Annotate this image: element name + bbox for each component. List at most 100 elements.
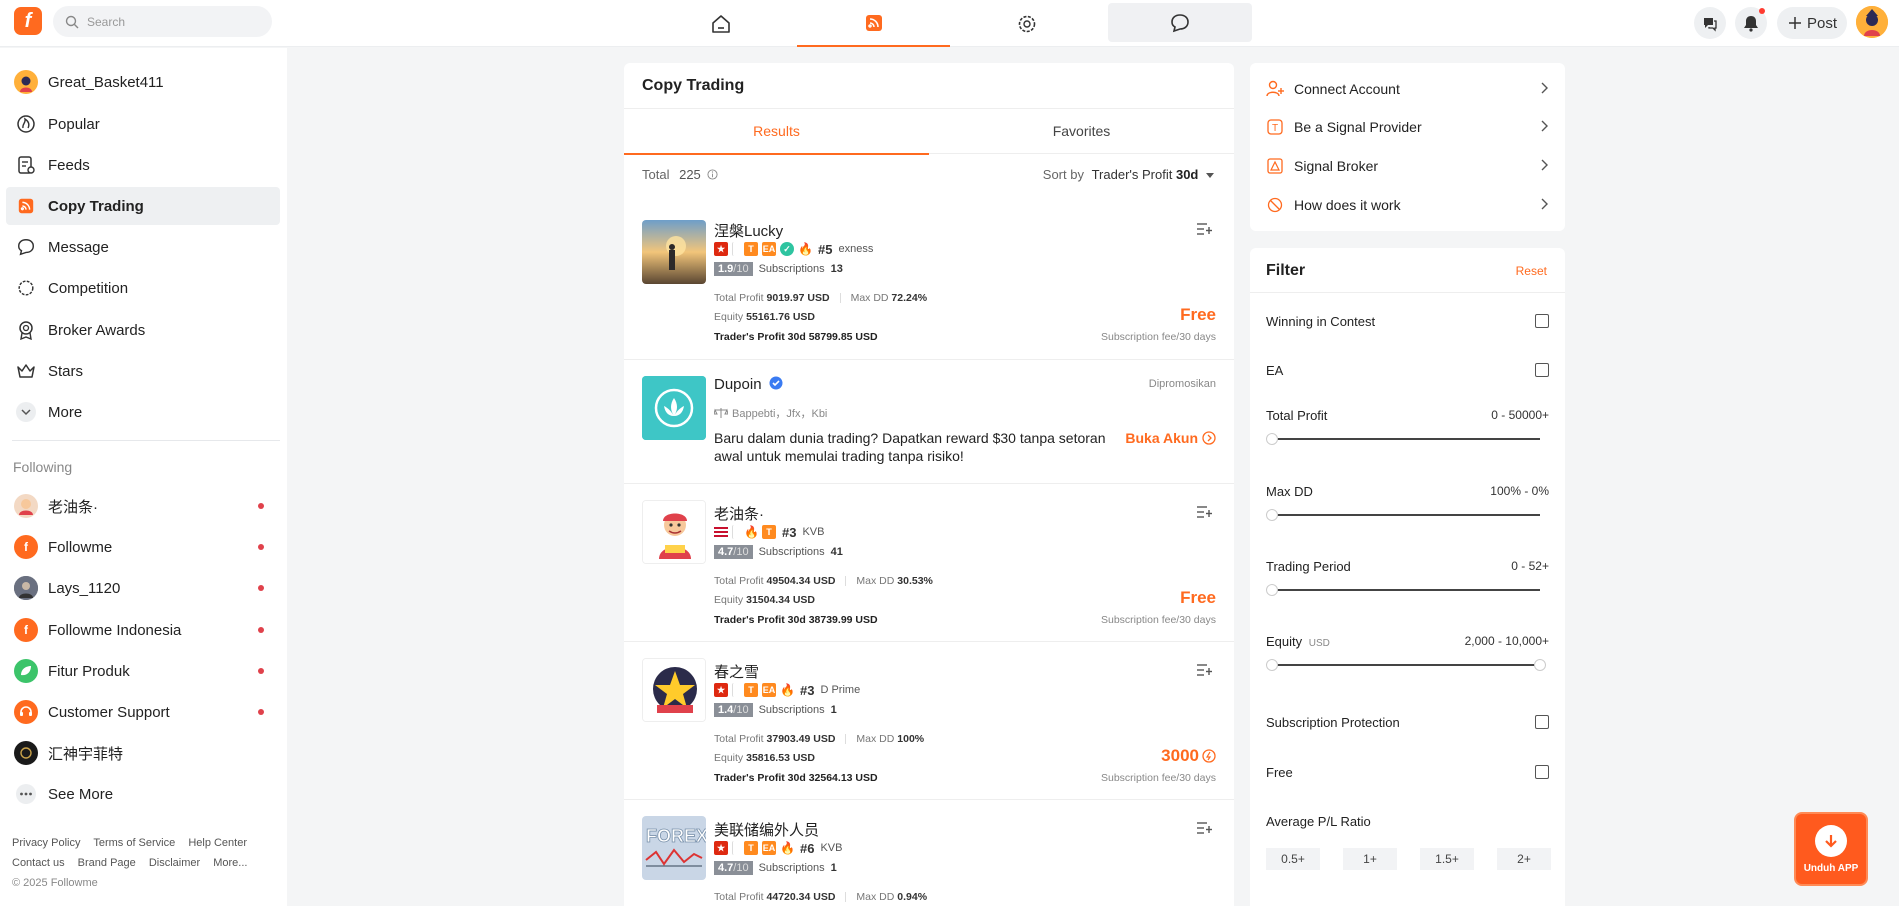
signal-provider-link[interactable]: T Be a Signal Provider xyxy=(1266,108,1549,146)
trader-name[interactable]: 春之雪 xyxy=(714,661,759,682)
unread-dot xyxy=(258,627,264,633)
total-profit-label: Total Profit xyxy=(714,575,764,587)
add-to-list-icon[interactable] xyxy=(1196,505,1212,519)
tab-results[interactable]: Results xyxy=(624,109,929,155)
sort-dropdown[interactable]: Sort by Trader's Profit 30d xyxy=(1043,167,1214,182)
reset-button[interactable]: Reset xyxy=(1516,264,1547,278)
nav-copy-trading[interactable] xyxy=(797,0,950,47)
winning-checkbox[interactable] xyxy=(1535,314,1549,328)
connect-account-link[interactable]: Connect Account xyxy=(1266,70,1549,108)
sidebar-user[interactable]: Great_Basket411 xyxy=(6,63,280,101)
sidebar-item-popular[interactable]: Popular xyxy=(6,105,280,143)
search-input[interactable]: Search xyxy=(53,6,272,37)
open-account-button[interactable]: Buka Akun xyxy=(1125,430,1216,446)
following-item[interactable]: Customer Support xyxy=(6,693,280,731)
rank: #5 xyxy=(818,241,833,257)
tab-favorites[interactable]: Favorites xyxy=(929,109,1234,155)
following-item[interactable]: f Followme xyxy=(6,528,280,566)
slider-handle-min[interactable] xyxy=(1266,659,1278,671)
add-to-list-icon[interactable] xyxy=(1196,222,1212,236)
ad-text: Baru dalam dunia trading? Dapatkan rewar… xyxy=(714,430,1106,464)
footer-links: Privacy Policy Terms of Service Help Cen… xyxy=(12,837,257,849)
trader-name[interactable]: 涅槃Lucky xyxy=(714,220,783,241)
competition-icon xyxy=(14,276,38,300)
following-item[interactable]: f Followme Indonesia xyxy=(6,611,280,649)
how-it-works-link[interactable]: How does it work xyxy=(1266,186,1549,224)
footer-link-disclaimer[interactable]: Disclaimer xyxy=(149,857,200,869)
nav-message[interactable] xyxy=(1108,3,1252,42)
following-item[interactable]: 汇神宇菲特 xyxy=(6,734,280,772)
signal-broker-link[interactable]: Signal Broker xyxy=(1266,147,1549,185)
add-user-icon xyxy=(1266,80,1284,98)
pl-chip[interactable]: 2+ xyxy=(1497,848,1551,870)
user-avatar[interactable] xyxy=(1856,6,1888,38)
sidebar-item-message[interactable]: Message xyxy=(6,228,280,266)
sidebar-item-more[interactable]: More xyxy=(6,393,280,431)
sidebar-item-label: Feeds xyxy=(48,156,90,174)
slider-handle[interactable] xyxy=(1266,509,1278,521)
account-links-panel: Connect Account T Be a Signal Provider S… xyxy=(1250,63,1565,231)
slider-handle-max[interactable] xyxy=(1534,659,1546,671)
info-icon[interactable] xyxy=(707,169,718,180)
trader-card[interactable]: 涅槃Lucky ★ T EA ✓ 🔥 #5 exness 1.9/10 Subs… xyxy=(624,201,1234,360)
trader-name[interactable]: 老油条· xyxy=(714,503,764,524)
unread-dot xyxy=(258,544,264,550)
filter-avg-pl: Average P/L Ratio xyxy=(1266,814,1549,829)
pl-chip[interactable]: 0.5+ xyxy=(1266,848,1320,870)
followme-logo[interactable]: f xyxy=(14,7,42,35)
following-item[interactable]: 老油条· xyxy=(6,487,280,525)
home-icon xyxy=(711,14,730,33)
sidebar-item-broker-awards[interactable]: Broker Awards xyxy=(6,311,280,349)
add-to-list-icon[interactable] xyxy=(1196,821,1212,835)
trader-name[interactable]: 美联储编外人员 xyxy=(714,819,819,840)
chevron-right-icon xyxy=(1541,197,1549,213)
slider-handle[interactable] xyxy=(1266,584,1278,596)
chevron-right-icon xyxy=(1541,81,1549,97)
equity-slider[interactable] xyxy=(1272,664,1540,666)
stat-row: Total Profit 37903.49 USD Max DD 100% xyxy=(714,733,924,745)
sidebar-item-feeds[interactable]: Feeds xyxy=(6,146,280,184)
trader-card[interactable]: 春之雪 ★ T EA 🔥 #3 D Prime 1.4/10 Subscript… xyxy=(624,642,1234,800)
pl-chip[interactable]: 1.5+ xyxy=(1420,848,1474,870)
footer-link-terms[interactable]: Terms of Service xyxy=(93,837,175,849)
sidebar-item-competition[interactable]: Competition xyxy=(6,269,280,307)
message-icon xyxy=(14,235,38,259)
following-item[interactable]: Lays_1120 xyxy=(6,569,280,607)
footer-link-privacy[interactable]: Privacy Policy xyxy=(12,837,80,849)
nav-competition[interactable] xyxy=(950,0,1103,47)
total-profit-slider[interactable] xyxy=(1272,438,1540,440)
ad-name[interactable]: Dupoin xyxy=(714,376,783,393)
footer-link-help[interactable]: Help Center xyxy=(188,837,247,849)
free-checkbox[interactable] xyxy=(1535,765,1549,779)
trading-period-slider[interactable] xyxy=(1272,589,1540,591)
plus-icon xyxy=(1788,17,1801,29)
download-app-button[interactable]: Unduh APP xyxy=(1794,812,1868,886)
notifications-button[interactable] xyxy=(1735,7,1767,39)
following-item[interactable]: Fitur Produk xyxy=(6,652,280,690)
footer-link-more[interactable]: More... xyxy=(213,857,247,869)
nav-home[interactable] xyxy=(644,0,797,47)
sidebar-item-label: More xyxy=(48,403,83,421)
popular-icon xyxy=(14,112,38,136)
trader-avatar xyxy=(642,220,706,284)
arrow-right-circle-icon xyxy=(1202,431,1216,445)
ea-checkbox[interactable] xyxy=(1535,363,1549,377)
trader-card[interactable]: FOREX 美联储编外人员 ★ T EA 🔥 #6 KVB 4.7/10 Sub… xyxy=(624,800,1234,906)
max-dd-slider[interactable] xyxy=(1272,514,1540,516)
price-value: 3000 xyxy=(1161,746,1199,765)
pl-chip[interactable]: 1+ xyxy=(1343,848,1397,870)
trader-card[interactable]: 老油条· 🔥 T #3 KVB 4.7/10 Subscriptions 41 … xyxy=(624,484,1234,642)
sidebar-item-copy-trading[interactable]: Copy Trading xyxy=(6,187,280,225)
feeds-icon xyxy=(14,153,38,177)
footer-link-brand[interactable]: Brand Page xyxy=(78,857,136,869)
sidebar-item-stars[interactable]: Stars xyxy=(6,352,280,390)
footer-link-contact[interactable]: Contact us xyxy=(12,857,65,869)
chat-button[interactable] xyxy=(1694,7,1726,39)
sub-protection-checkbox[interactable] xyxy=(1535,715,1549,729)
filter-panel: Filter Reset Winning in Contest EA Total… xyxy=(1250,248,1565,906)
slider-handle[interactable] xyxy=(1266,433,1278,445)
promoted-card[interactable]: Dupoin Dipromosikan Bappebti，Jfx，Kbi Bar… xyxy=(624,360,1234,484)
see-more-button[interactable]: See More xyxy=(6,775,280,813)
post-button[interactable]: Post xyxy=(1777,7,1847,39)
add-to-list-icon[interactable] xyxy=(1196,663,1212,677)
